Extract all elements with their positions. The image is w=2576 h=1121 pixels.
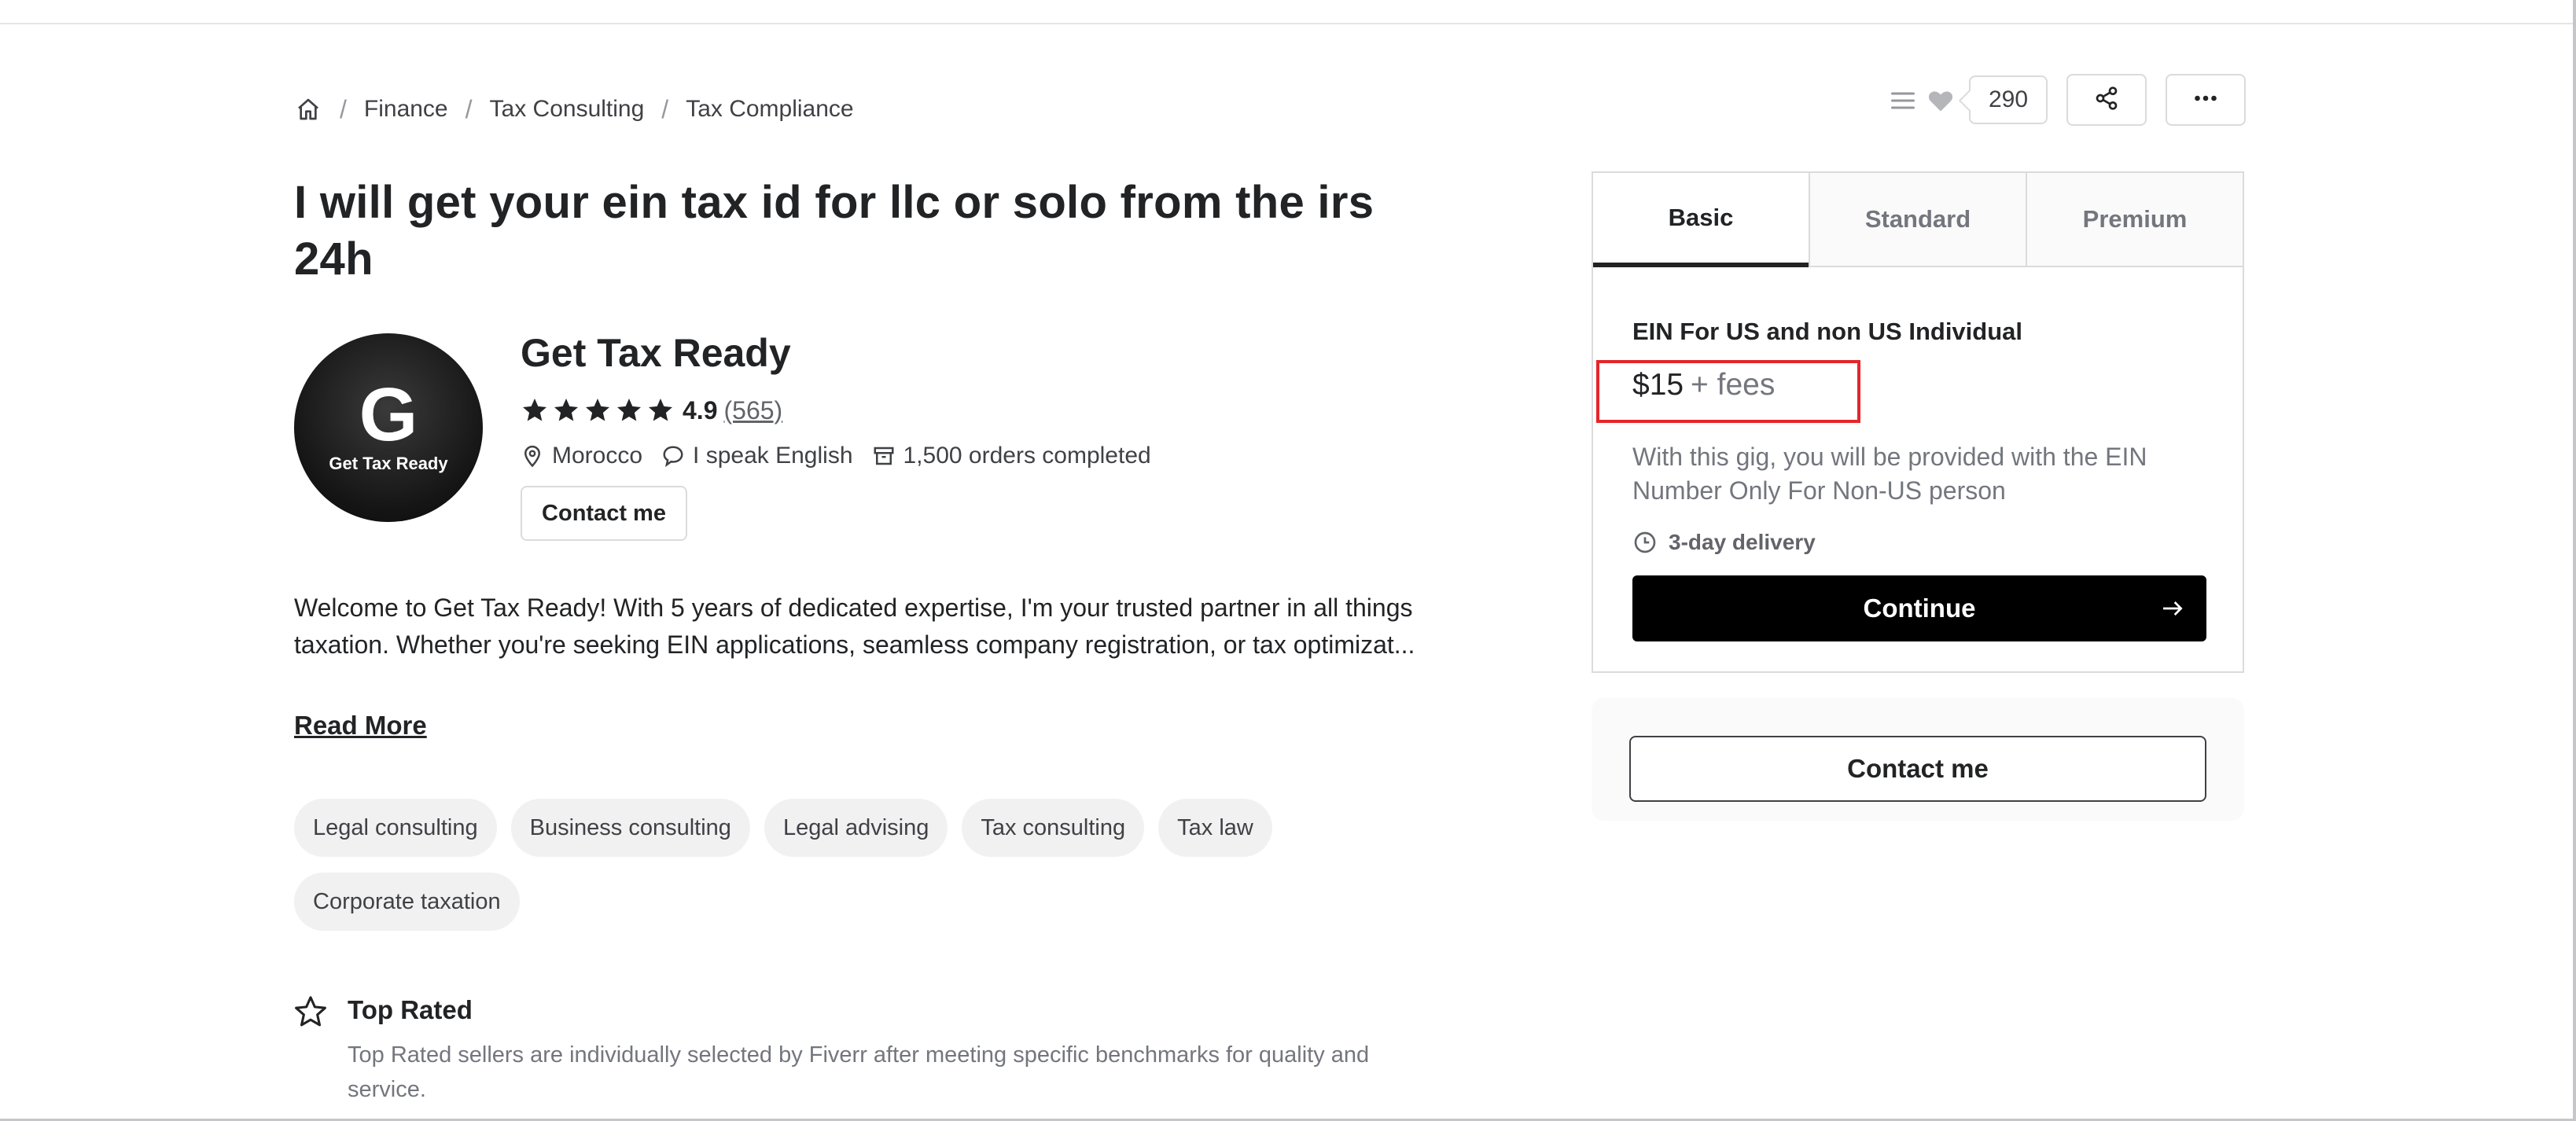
tag-tax-law[interactable]: Tax law <box>1158 799 1272 857</box>
star-outline-icon <box>293 994 329 1030</box>
tag-business-consulting[interactable]: Business consulting <box>510 799 750 857</box>
seller-language: I speak English <box>693 443 853 469</box>
contact-card: Contact me <box>1592 698 2244 821</box>
more-options-button[interactable] <box>2166 74 2246 126</box>
star-icon <box>586 399 609 421</box>
top-rated-description: Top Rated sellers are individually selec… <box>348 1042 1370 1102</box>
breadcrumb-tax-compliance[interactable]: Tax Compliance <box>686 96 853 123</box>
delivery-label: 3-day delivery <box>1669 530 1816 554</box>
more-horizontal-icon <box>2191 84 2220 116</box>
review-count-link[interactable]: (565) <box>723 396 782 425</box>
tab-standard[interactable]: Standard <box>1809 173 2026 266</box>
share-icon <box>2094 86 2119 115</box>
orders-completed: 1,500 orders completed <box>903 443 1151 469</box>
speech-bubble-icon <box>663 446 683 468</box>
contact-me-panel-button[interactable]: Contact me <box>1629 736 2206 802</box>
heart-icon[interactable] <box>1926 86 1955 115</box>
tag-list: Legal consulting Business consulting Leg… <box>294 799 1426 931</box>
location-item: Morocco <box>521 443 642 469</box>
package-name: EIN For US and non US Individual <box>1632 318 2023 345</box>
breadcrumb-tax-consulting[interactable]: Tax Consulting <box>490 96 645 123</box>
package-tabs: Basic Standard Premium <box>1593 173 2243 267</box>
seller-name[interactable]: Get Tax Ready <box>521 330 791 376</box>
gig-title: I will get your ein tax id for llc or so… <box>294 177 1374 285</box>
box-icon <box>874 447 893 465</box>
avatar-logo-text: Get Tax Ready <box>329 454 448 473</box>
like-count: 290 <box>1969 75 2048 124</box>
avatar-logo-letter: G <box>359 373 418 457</box>
share-button[interactable] <box>2066 74 2147 126</box>
tag-tax-consulting[interactable]: Tax consulting <box>962 799 1145 857</box>
continue-label: Continue <box>1863 594 1976 623</box>
package-panel: Basic Standard Premium EIN For US and no… <box>1592 171 2244 673</box>
star-icon <box>523 399 546 421</box>
arrow-right-icon <box>2163 601 2183 616</box>
orders-item: 1,500 orders completed <box>872 443 1151 469</box>
seller-rating: 4.9 (565) <box>521 393 782 428</box>
breadcrumb-separator: / <box>340 94 347 123</box>
read-more-link[interactable]: Read More <box>294 711 427 741</box>
seller-meta: Morocco I speak English 1,500 orders com… <box>521 439 1170 473</box>
rating-stars <box>521 396 675 425</box>
rating-score: 4.9 <box>683 395 718 425</box>
breadcrumb-separator: / <box>465 94 473 123</box>
breadcrumb: / Finance / Tax Consulting / Tax Complia… <box>294 90 854 129</box>
tab-basic[interactable]: Basic <box>1593 173 1809 267</box>
language-item: I speak English <box>661 443 853 469</box>
star-icon <box>617 399 641 421</box>
seller-avatar[interactable]: G Get Tax Ready <box>294 333 483 522</box>
package-fees: + fees <box>1691 368 1776 402</box>
delivery-time: 3-day delivery <box>1632 527 1816 558</box>
tab-premium[interactable]: Premium <box>2026 173 2243 266</box>
tag-legal-advising[interactable]: Legal advising <box>764 799 948 857</box>
breadcrumb-separator: / <box>661 94 669 123</box>
gig-description: Welcome to Get Tax Ready! With 5 years o… <box>294 594 1415 659</box>
home-icon[interactable] <box>294 95 322 123</box>
location-pin-icon <box>524 445 541 468</box>
package-description: With this gig, you will be provided with… <box>1632 443 2147 505</box>
star-icon <box>554 399 578 421</box>
contact-me-button[interactable]: Contact me <box>521 486 687 541</box>
window-edge <box>2573 0 2576 1121</box>
list-icon[interactable] <box>1889 86 1917 115</box>
tag-corporate-taxation[interactable]: Corporate taxation <box>294 873 520 931</box>
clock-icon <box>1634 531 1656 553</box>
star-icon <box>649 399 672 421</box>
tag-legal-consulting[interactable]: Legal consulting <box>294 799 497 857</box>
top-navigation-strip <box>0 0 2576 24</box>
package-price: $15 <box>1632 368 1684 402</box>
breadcrumb-finance[interactable]: Finance <box>364 96 448 123</box>
seller-location: Morocco <box>552 443 643 469</box>
continue-button[interactable]: Continue <box>1632 575 2206 641</box>
top-rated-title: Top Rated <box>348 995 473 1024</box>
